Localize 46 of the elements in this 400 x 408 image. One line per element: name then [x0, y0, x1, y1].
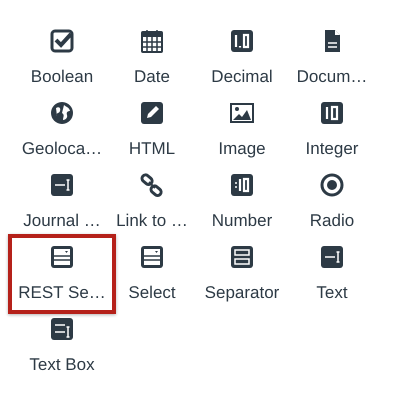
field-type-tile[interactable]: Number [197, 166, 287, 238]
tile-label: Separator [204, 282, 280, 304]
field-type-tile[interactable]: Boolean [17, 22, 107, 94]
tile-label: Radio [310, 210, 354, 232]
dropdown-icon [49, 244, 75, 270]
tile-label: Journal … [23, 210, 101, 232]
field-type-tile[interactable]: Integer [287, 94, 377, 166]
field-type-tile[interactable]: Date [107, 22, 197, 94]
tile-label: Select [128, 282, 176, 304]
number-icon [229, 172, 255, 198]
field-type-tile[interactable]: Radio [287, 166, 377, 238]
tile-label: REST Se… [18, 282, 106, 304]
calendar-icon [139, 28, 165, 54]
tile-label: Integer [306, 138, 358, 160]
tile-label: Docum… [296, 66, 368, 88]
tile-label: HTML [128, 138, 176, 160]
tile-label: Text Box [29, 354, 95, 376]
image-icon [229, 100, 255, 126]
field-type-tile[interactable]: Decimal [197, 22, 287, 94]
pencil-icon [139, 100, 165, 126]
checkbox-icon [49, 28, 75, 54]
tile-label: Geoloca… [22, 138, 102, 160]
tile-label: Number [212, 210, 272, 232]
text-area-icon [49, 316, 75, 342]
separator-icon [229, 244, 255, 270]
text-field-icon [49, 172, 75, 198]
field-type-tile[interactable]: Text [287, 238, 377, 310]
field-type-tile[interactable]: Docum… [287, 22, 377, 94]
field-type-tile[interactable]: REST Se… [8, 234, 116, 314]
link-icon [139, 172, 165, 198]
tile-label: Date [134, 66, 170, 88]
tile-label: Image [218, 138, 266, 160]
text-field-icon [319, 244, 345, 270]
globe-icon [49, 100, 75, 126]
field-type-tile[interactable]: Geoloca… [17, 94, 107, 166]
decimal-number-icon [229, 28, 255, 54]
field-type-tile[interactable]: Image [197, 94, 287, 166]
tile-label: Text [316, 282, 348, 304]
dropdown-icon [139, 244, 165, 270]
tile-label: Boolean [30, 66, 94, 88]
tile-label: Decimal [211, 66, 273, 88]
field-type-tile[interactable]: HTML [107, 94, 197, 166]
integer-number-icon [319, 100, 345, 126]
radio-button-icon [319, 172, 345, 198]
tile-label: Link to … [116, 210, 188, 232]
field-type-tile[interactable]: Separator [197, 238, 287, 310]
